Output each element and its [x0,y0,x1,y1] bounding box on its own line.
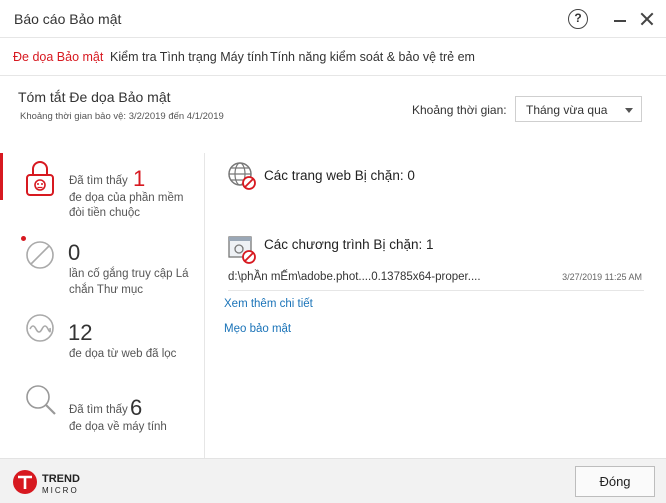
title-bar: Báo cáo Bảo mật ? [0,0,666,38]
stat-ransomware-prefix: Đã tìm thấy [69,175,128,187]
time-period-value: Tháng vừa qua [526,103,608,117]
logo-text-trend: TREND [42,473,80,485]
window-title: Báo cáo Bảo mật [14,11,122,27]
stat-computer-threats-count: 6 [130,395,143,420]
blocked-program-path: d:\phẦn mẾm\adobe.phot....0.13785x64-pro… [228,271,481,283]
blocked-program-time: 3/27/2019 11:25 AM [562,272,642,282]
tab-security-threats[interactable]: Đe dọa Bảo mật [13,50,103,64]
blocked-websites-title: Các trang web Bị chặn: 0 [264,168,415,183]
view-more-details-link[interactable]: Xem thêm chi tiết [224,298,313,310]
stat-ransomware-line2: đe dọa của phần mềm [69,192,184,204]
stat-folder-shield-count: 0 [68,240,81,265]
security-tips-link[interactable]: Mẹo bảo mật [224,323,291,335]
close-button[interactable]: Đóng [575,466,655,497]
magnifier-icon [26,385,56,415]
stats-panel: Đã tìm thấy 1 đe dọa của phần mềm đòi ti… [0,153,205,458]
summary-title: Tóm tắt Đe dọa Bảo mật [18,89,171,105]
close-icon[interactable] [637,9,657,29]
wave-icon [26,314,54,342]
details-panel: Các trang web Bị chặn: 0 Các chương trìn… [205,153,666,458]
trend-micro-logo: TREND MICRO [13,470,80,495]
stat-computer-threats[interactable]: Đã tìm thấy 6 đe dọa về máy tính [0,381,205,441]
minimize-icon[interactable] [610,9,630,29]
protection-period: Khoảng thời gian bảo vệ: 3/2/2019 đến 4/… [20,111,224,122]
stat-folder-shield[interactable]: 0 lần cố gắng truy cập Lá chắn Thư mục [0,233,205,303]
logo-text-micro: MICRO [42,486,79,495]
stat-ransomware[interactable]: Đã tìm thấy 1 đe dọa của phần mềm đòi ti… [0,153,205,231]
blocked-circle-icon [26,241,54,269]
blocked-programs-title: Các chương trình Bị chặn: 1 [264,237,434,252]
tab-bar: Đe dọa Bảo mật Kiểm tra Tình trạng Máy t… [0,38,666,76]
active-indicator [0,153,3,200]
stat-web-threats[interactable]: 12 đe dọa từ web đã lọc [0,308,205,368]
stat-ransomware-count: 1 [133,166,146,191]
time-period-label: Khoảng thời gian: [412,103,507,117]
stat-computer-threats-prefix: Đã tìm thấy [69,404,128,416]
padlock-icon [26,161,54,196]
help-icon[interactable]: ? [568,9,588,29]
stat-web-threats-count: 12 [68,320,93,345]
footer: TREND MICRO Đóng [0,458,666,503]
tab-parental-controls[interactable]: Tính năng kiểm soát & bảo vệ trẻ em [270,50,475,64]
time-period-dropdown[interactable]: Tháng vừa qua [515,96,642,122]
chevron-down-icon [625,108,633,113]
blocked-program-row[interactable]: d:\phẦn mẾm\adobe.phot....0.13785x64-pro… [228,269,644,291]
stat-folder-shield-line2: lần cố gắng truy cập Lá [69,268,189,280]
stat-web-threats-line2: đe dọa từ web đã lọc [69,348,177,360]
stat-ransomware-line3: đòi tiền chuộc [69,207,140,219]
tab-pc-health[interactable]: Kiểm tra Tình trạng Máy tính [110,50,268,64]
blocked-globe-icon [228,162,256,190]
stat-folder-shield-line3: chắn Thư mục [69,284,143,296]
blocked-program-icon [228,236,256,264]
stat-computer-threats-line2: đe dọa về máy tính [69,421,167,433]
